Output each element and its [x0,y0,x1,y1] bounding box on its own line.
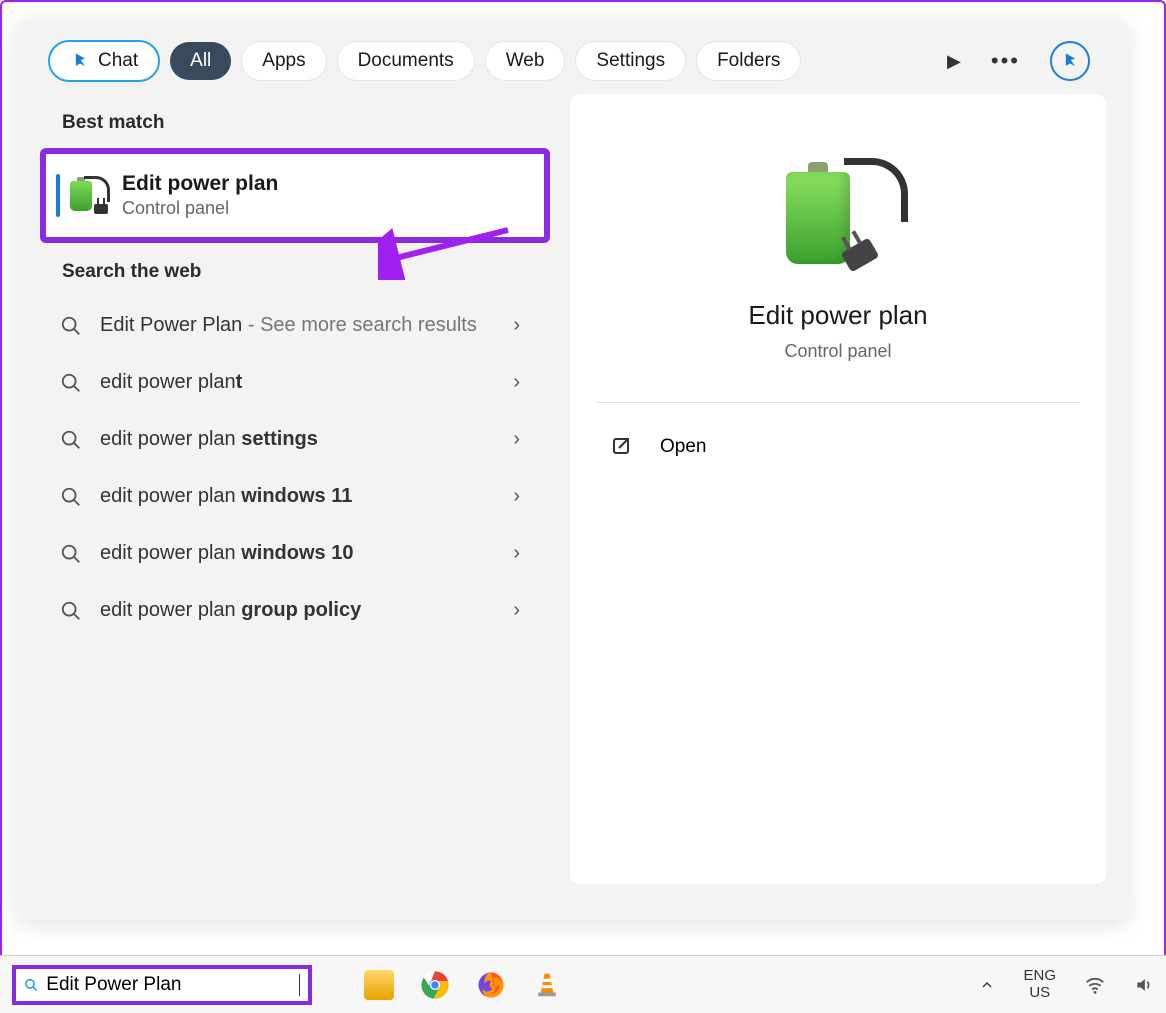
preview-pane: Edit power plan Control panel Open [570,94,1106,884]
web-result-item[interactable]: edit power plan settings › [40,411,550,468]
chevron-right-icon[interactable]: › [513,371,530,394]
search-flyout: Chat All Apps Documents Web Settings Fol… [18,20,1128,920]
search-icon [60,315,82,337]
lang-bottom: US [1023,985,1056,1002]
search-icon [60,429,82,451]
tab-web-label: Web [506,50,545,72]
chrome-icon[interactable] [420,970,450,1000]
taskbar: ENG US [0,955,1166,1013]
results-pane: Best match Edit power plan Control panel… [40,94,550,884]
wifi-icon[interactable] [1084,974,1106,996]
tab-documents[interactable]: Documents [337,41,475,81]
tab-folders[interactable]: Folders [696,41,801,81]
tab-web[interactable]: Web [485,41,566,81]
web-result-text: edit power plan settings [100,425,495,454]
web-result-item[interactable]: edit power plan windows 10 › [40,525,550,582]
search-icon [24,975,38,995]
chevron-right-icon[interactable]: › [513,314,530,337]
web-results-list: Edit Power Plan - See more search result… [40,297,550,639]
divider [596,402,1080,403]
search-icon [60,600,82,622]
taskbar-search-box[interactable] [12,965,312,1005]
tab-documents-label: Documents [358,50,454,72]
tab-apps[interactable]: Apps [241,41,326,81]
volume-icon[interactable] [1134,975,1154,995]
selection-indicator [56,174,60,217]
language-indicator[interactable]: ENG US [1023,968,1056,1001]
power-plan-icon [66,176,106,216]
lang-top: ENG [1023,968,1056,985]
best-match-header: Best match [40,94,550,148]
tab-chat-label: Chat [98,50,138,72]
web-result-text: edit power plan windows 11 [100,482,495,511]
preview-subtitle: Control panel [784,341,891,362]
tab-settings[interactable]: Settings [575,41,686,81]
tab-folders-label: Folders [717,50,780,72]
web-result-item[interactable]: edit power plant › [40,354,550,411]
open-label: Open [660,436,706,458]
firefox-icon[interactable] [476,970,506,1000]
tab-settings-label: Settings [596,50,665,72]
arrow-annotation [378,220,518,280]
web-result-item[interactable]: edit power plan group policy › [40,582,550,639]
vlc-icon[interactable] [532,970,562,1000]
text-cursor [299,974,300,996]
overflow-menu-icon[interactable]: ••• [991,48,1020,74]
power-plan-icon-large [778,154,898,284]
system-tray: ENG US [979,968,1154,1001]
web-result-text: edit power plan windows 10 [100,539,495,568]
web-result-item[interactable]: Edit Power Plan - See more search result… [40,297,550,354]
bing-chat-icon [70,51,90,71]
search-icon [60,486,82,508]
open-icon [610,435,634,459]
best-match-title: Edit power plan [122,172,278,196]
search-icon [60,543,82,565]
more-tabs-icon[interactable]: ▶ [947,51,961,72]
tray-expand-icon[interactable] [979,977,995,993]
web-result-text: Edit Power Plan - See more search result… [100,311,495,340]
web-result-item[interactable]: edit power plan windows 11 › [40,468,550,525]
bing-button[interactable] [1050,41,1090,81]
file-explorer-icon[interactable] [364,970,394,1000]
tab-apps-label: Apps [262,50,305,72]
tab-all-label: All [190,50,211,72]
taskbar-search-input[interactable] [46,974,291,996]
chevron-right-icon[interactable]: › [513,485,530,508]
chevron-right-icon[interactable]: › [513,428,530,451]
search-icon [60,372,82,394]
open-action[interactable]: Open [596,429,1080,465]
chevron-right-icon[interactable]: › [513,599,530,622]
web-result-text: edit power plant [100,368,495,397]
chevron-right-icon[interactable]: › [513,542,530,565]
best-match-subtitle: Control panel [122,198,278,219]
tab-all[interactable]: All [170,42,231,80]
bing-icon [1060,51,1080,71]
search-tabs: Chat All Apps Documents Web Settings Fol… [18,20,1128,94]
tab-chat[interactable]: Chat [48,40,160,82]
taskbar-pinned-apps [364,970,562,1000]
preview-title: Edit power plan [748,300,927,331]
web-result-text: edit power plan group policy [100,596,495,625]
